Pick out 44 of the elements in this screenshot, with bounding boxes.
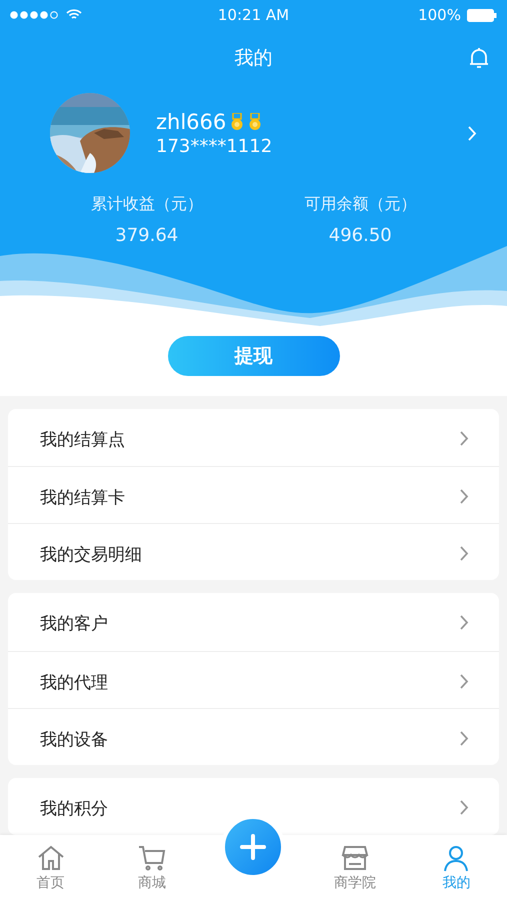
medal-icon: [248, 112, 262, 130]
medal-icon: [230, 112, 244, 130]
menu-item[interactable]: 我的客户: [8, 593, 499, 651]
tab[interactable]: 首页: [0, 835, 102, 900]
plus-icon: [240, 834, 266, 860]
chevron-icon: [460, 730, 469, 746]
menu-item[interactable]: 我的积分: [8, 778, 499, 835]
username: zhl666: [156, 110, 226, 134]
tab[interactable]: 商城: [101, 835, 203, 900]
stat-label: 可用余额（元）: [304, 194, 416, 215]
page-title: 我的: [234, 46, 272, 71]
menu-item[interactable]: 我的代理: [8, 650, 499, 708]
menu-item[interactable]: 我的设备: [8, 708, 499, 765]
menu-item-label: 我的客户: [40, 613, 108, 636]
signal-icon: [10, 11, 60, 19]
home-icon: [36, 844, 66, 872]
chevron-icon: [460, 800, 469, 815]
status-time: 10:21 AM: [218, 6, 290, 24]
bell-icon[interactable]: [469, 46, 489, 70]
wifi-icon: [66, 9, 82, 21]
menu-item[interactable]: 我的结算点: [8, 409, 499, 466]
menu-item-label: 我的交易明细: [40, 544, 142, 566]
chevron-icon: [460, 431, 469, 446]
menu-item-label: 我的积分: [40, 798, 108, 820]
menu-item[interactable]: 我的结算卡: [8, 466, 499, 524]
menu-item-label: 我的结算点: [40, 429, 125, 451]
phone-number: 173****1112: [156, 136, 274, 156]
stat-value: 379.64: [115, 225, 178, 246]
cart-icon: [137, 844, 168, 872]
store-icon: [340, 844, 370, 872]
chevron-icon: [460, 674, 469, 689]
stat-label: 累计收益（元）: [90, 194, 203, 215]
chevron-icon: [468, 126, 477, 140]
menu-item-label: 我的设备: [40, 728, 108, 751]
battery-percent: 100%: [418, 6, 461, 24]
chevron-icon: [460, 489, 469, 504]
chevron-icon: [460, 615, 469, 630]
menu-item[interactable]: 我的交易明细: [8, 523, 499, 580]
stat-value: 496.50: [328, 225, 392, 246]
menu-item-label: 我的结算卡: [40, 487, 125, 510]
battery-icon: [466, 8, 497, 22]
chevron-icon: [460, 546, 469, 562]
tab[interactable]: 商学院: [304, 835, 406, 900]
menu-item-label: 我的代理: [40, 672, 108, 694]
